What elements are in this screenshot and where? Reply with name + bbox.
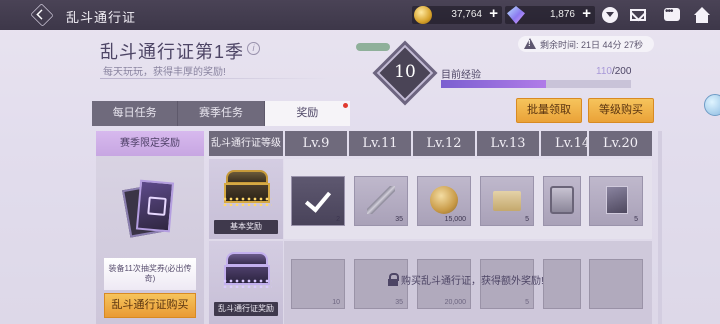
item-qty: 5 xyxy=(525,299,529,306)
gem-currency: 1,876 + xyxy=(505,5,595,24)
feather-icon xyxy=(367,186,395,214)
buy-levels-button[interactable]: 等级购买 xyxy=(588,98,654,123)
item-qty: 5 xyxy=(634,216,638,223)
back-icon[interactable] xyxy=(30,3,54,27)
side-bubble-icon[interactable] xyxy=(700,90,720,120)
notification-dot xyxy=(342,103,348,108)
warning-icon xyxy=(524,38,536,49)
season-reward-caption: 装备11次抽奖券(必出传奇) xyxy=(104,258,196,290)
gold-value: 37,764 xyxy=(451,9,482,20)
window-title: 乱斗通行证 xyxy=(66,10,137,25)
page-title: 乱斗通行证第1季 xyxy=(100,42,245,62)
tier-header: 乱斗通行证等级 xyxy=(209,131,283,156)
card-icon xyxy=(606,186,628,214)
home-icon[interactable] xyxy=(693,7,711,23)
item-qty: 20,000 xyxy=(444,299,466,306)
coin-icon xyxy=(430,186,458,214)
status-pill xyxy=(356,43,390,51)
info-icon[interactable]: i xyxy=(247,42,260,55)
basic-chest-icon xyxy=(222,170,272,206)
level-header-9: Lv.9 xyxy=(285,131,347,156)
season-exclusive-header: 赛季限定奖励 xyxy=(96,131,204,156)
reward-item[interactable] xyxy=(543,176,581,226)
draw-ticket-icon[interactable] xyxy=(122,179,175,239)
xp-current: 110 xyxy=(596,66,612,77)
add-gem-button[interactable]: + xyxy=(582,5,591,22)
premium-locked-notice: 购买乱斗通行证，获得额外奖励! xyxy=(388,272,558,288)
gem-icon xyxy=(507,6,525,24)
tab-bar: 每日任务 赛季任务 奖励 xyxy=(92,101,350,126)
premium-reward-item[interactable] xyxy=(589,259,643,309)
level-header-11: Lv.11 xyxy=(349,131,411,156)
reward-item[interactable]: 5 xyxy=(589,176,643,226)
ticket-icon xyxy=(493,191,521,211)
premium-reward-label: 乱斗通行证奖励 xyxy=(214,302,278,316)
top-bar: 乱斗通行证 37,764 + 1,876 + xyxy=(0,0,720,30)
gold-coin-icon xyxy=(414,6,432,24)
add-gold-button[interactable]: + xyxy=(489,5,498,22)
gem-value: 1,876 xyxy=(549,9,575,20)
item-qty: 15,000 xyxy=(444,216,466,223)
xp-progress-bar xyxy=(441,80,631,88)
reward-item[interactable]: 15,000 xyxy=(417,176,471,226)
xp-progress-text: 110/200 xyxy=(596,66,631,77)
item-qty: 10 xyxy=(332,299,340,306)
premium-chest-icon xyxy=(222,252,272,288)
premium-reward-item[interactable]: 10 xyxy=(291,259,345,309)
tab-rewards[interactable]: 奖励 xyxy=(263,101,350,126)
buy-pass-button[interactable]: 乱斗通行证购买 xyxy=(104,293,196,318)
tab-daily-tasks[interactable]: 每日任务 xyxy=(92,101,178,126)
xp-total: /200 xyxy=(611,66,632,77)
item-qty: 2 xyxy=(336,216,340,223)
level-header-20: Lv.20 xyxy=(589,131,652,156)
dropdown-icon[interactable] xyxy=(602,7,618,23)
season-timer: 剩余时间: 21日 44分 27秒 xyxy=(518,36,654,52)
item-qty: 35 xyxy=(395,216,403,223)
reward-item[interactable]: 35 xyxy=(354,176,408,226)
chat-icon[interactable] xyxy=(664,6,680,21)
xp-label: 目前经验 xyxy=(441,70,481,81)
lock-icon xyxy=(388,273,399,286)
level-header-14: Lv.14 xyxy=(541,131,587,156)
claimed-check-icon xyxy=(305,187,333,215)
reward-item-claimed[interactable]: 2 xyxy=(291,176,345,226)
level-header-12: Lv.12 xyxy=(413,131,475,156)
season-exclusive-panel: 赛季限定奖励 装备11次抽奖券(必出传奇) 乱斗通行证购买 xyxy=(96,131,204,324)
claim-all-button[interactable]: 批量领取 xyxy=(516,98,582,123)
item-qty: 35 xyxy=(395,299,403,306)
title-divider xyxy=(100,78,330,79)
supply-box-icon xyxy=(550,186,574,214)
page-subtitle: 每天玩玩，获得丰厚的奖励! xyxy=(103,67,226,78)
level-header-13: Lv.13 xyxy=(477,131,539,156)
xp-progress-fill xyxy=(441,80,546,88)
gold-currency: 37,764 + xyxy=(412,5,502,24)
level-number: 10 xyxy=(394,62,416,82)
item-qty: 5 xyxy=(525,216,529,223)
basic-reward-label: 基本奖励 xyxy=(214,220,278,234)
timer-text: 剩余时间: 21日 44分 27秒 xyxy=(540,40,644,50)
reward-item[interactable]: 5 xyxy=(480,176,534,226)
locked-text: 购买乱斗通行证，获得额外奖励! xyxy=(401,276,544,287)
scroll-edge xyxy=(658,131,662,324)
tab-rewards-label: 奖励 xyxy=(296,107,319,119)
mail-icon[interactable] xyxy=(630,9,646,21)
tab-season-tasks[interactable]: 赛季任务 xyxy=(177,101,264,126)
